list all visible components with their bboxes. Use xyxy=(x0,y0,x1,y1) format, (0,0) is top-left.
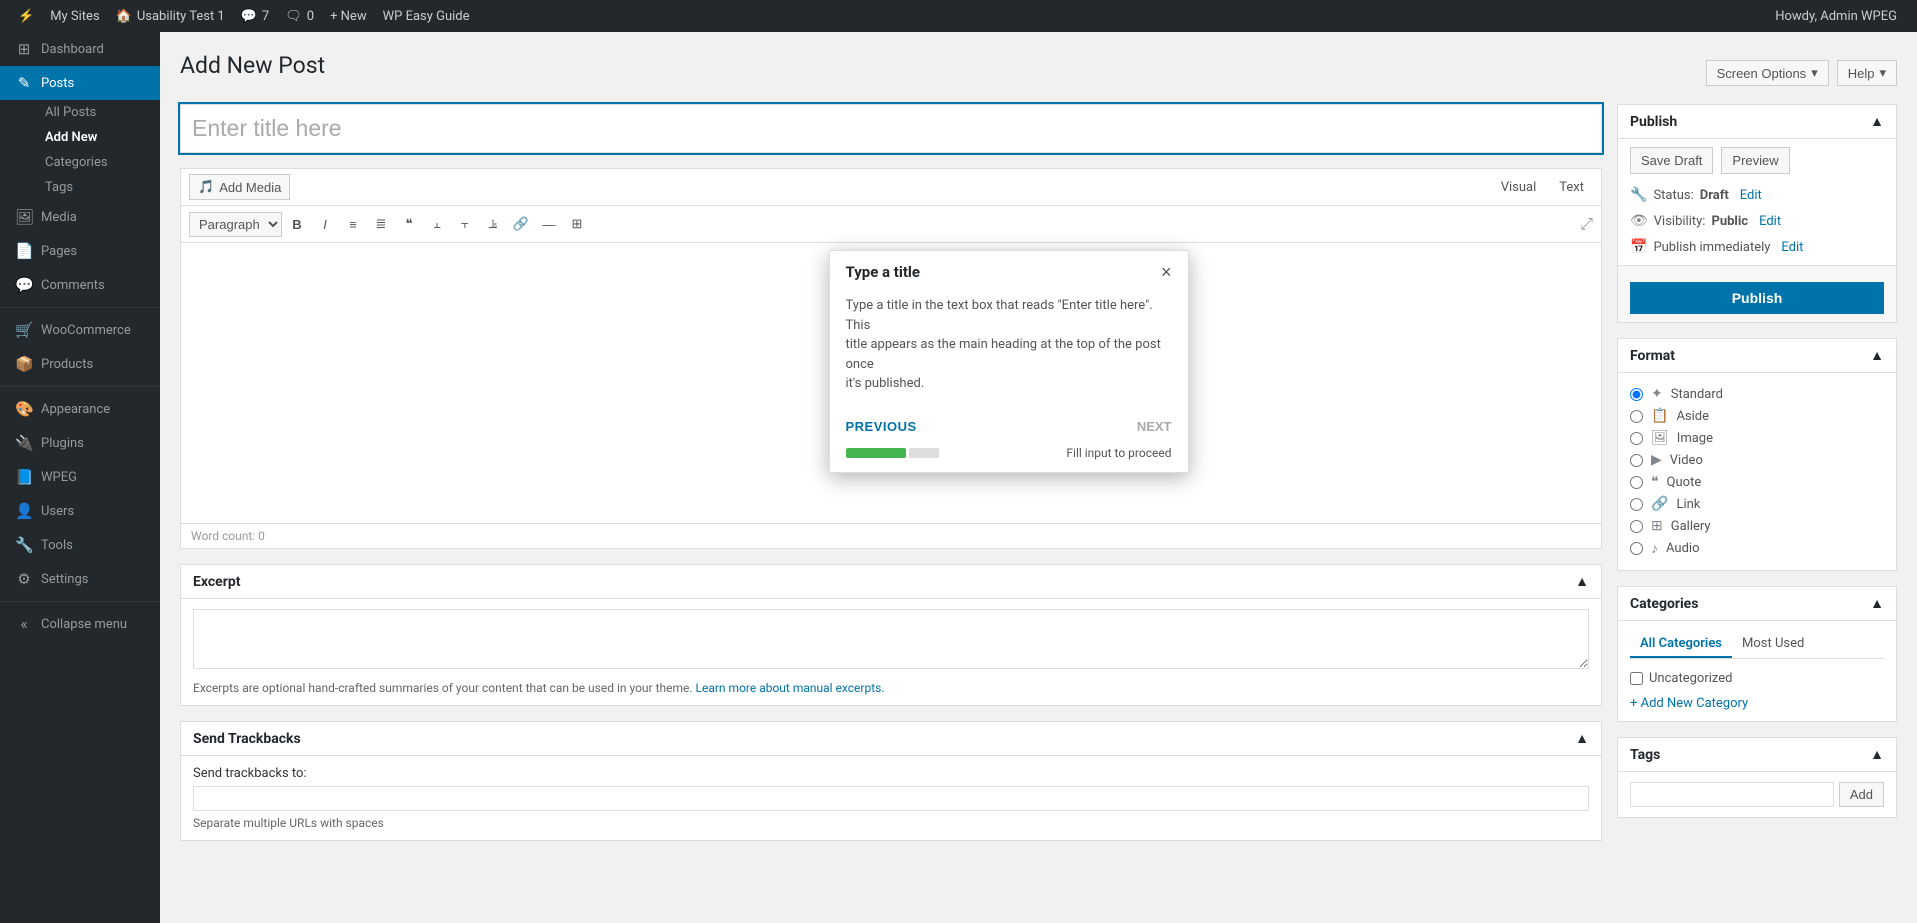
modal-overlay: Type a title × Type a title in the text … xyxy=(0,0,1917,923)
progress-empty xyxy=(909,448,939,458)
progress-filled xyxy=(846,448,906,458)
admin-bar-my-sites[interactable]: My Sites xyxy=(42,0,107,32)
user-greeting: Howdy, Admin WPEG xyxy=(1775,9,1897,24)
admin-bar-site[interactable]: 🏠 Usability Test 1 xyxy=(108,0,233,32)
modal-title: Type a title xyxy=(846,263,920,281)
plugin-label: WP Easy Guide xyxy=(383,9,470,24)
discussion-count: 0 xyxy=(307,9,314,24)
admin-bar-discussion[interactable]: 🗨 0 xyxy=(277,0,322,32)
modal-header: Type a title × xyxy=(830,251,1188,291)
modal-close-button[interactable]: × xyxy=(1161,263,1172,281)
modal-footer: PREVIOUS NEXT xyxy=(830,409,1188,446)
site-name-label: Usability Test 1 xyxy=(137,9,225,24)
discussion-icon: 🗨 xyxy=(285,9,302,24)
modal-desc: Type a title in the text box that reads … xyxy=(846,296,1172,394)
comments-count: 7 xyxy=(262,9,269,24)
admin-bar-user: Howdy, Admin WPEG xyxy=(1765,9,1907,24)
admin-bar-plugin[interactable]: WP Easy Guide xyxy=(375,0,478,32)
modal-next-button[interactable]: NEXT xyxy=(1137,419,1172,434)
admin-bar: ⚡ My Sites 🏠 Usability Test 1 💬 7 🗨 0 + … xyxy=(0,0,1917,32)
wp-logo-icon: ⚡ xyxy=(18,9,34,24)
modal-body: Type a title in the text box that reads … xyxy=(830,291,1188,409)
comments-icon: 💬 xyxy=(241,9,257,24)
modal-progress-bar: Fill input to proceed xyxy=(830,446,1188,472)
my-sites-label: My Sites xyxy=(50,9,99,24)
modal-prev-button[interactable]: PREVIOUS xyxy=(846,419,917,434)
modal-box: Type a title × Type a title in the text … xyxy=(829,250,1189,473)
admin-bar-comments[interactable]: 💬 7 xyxy=(233,0,278,32)
admin-bar-wp-icon[interactable]: ⚡ xyxy=(10,0,42,32)
progress-message: Fill input to proceed xyxy=(1066,446,1171,460)
progress-track xyxy=(846,448,939,458)
new-label: + New xyxy=(330,9,367,24)
admin-bar-new[interactable]: + New xyxy=(322,0,375,32)
site-home-icon: 🏠 xyxy=(116,9,132,24)
